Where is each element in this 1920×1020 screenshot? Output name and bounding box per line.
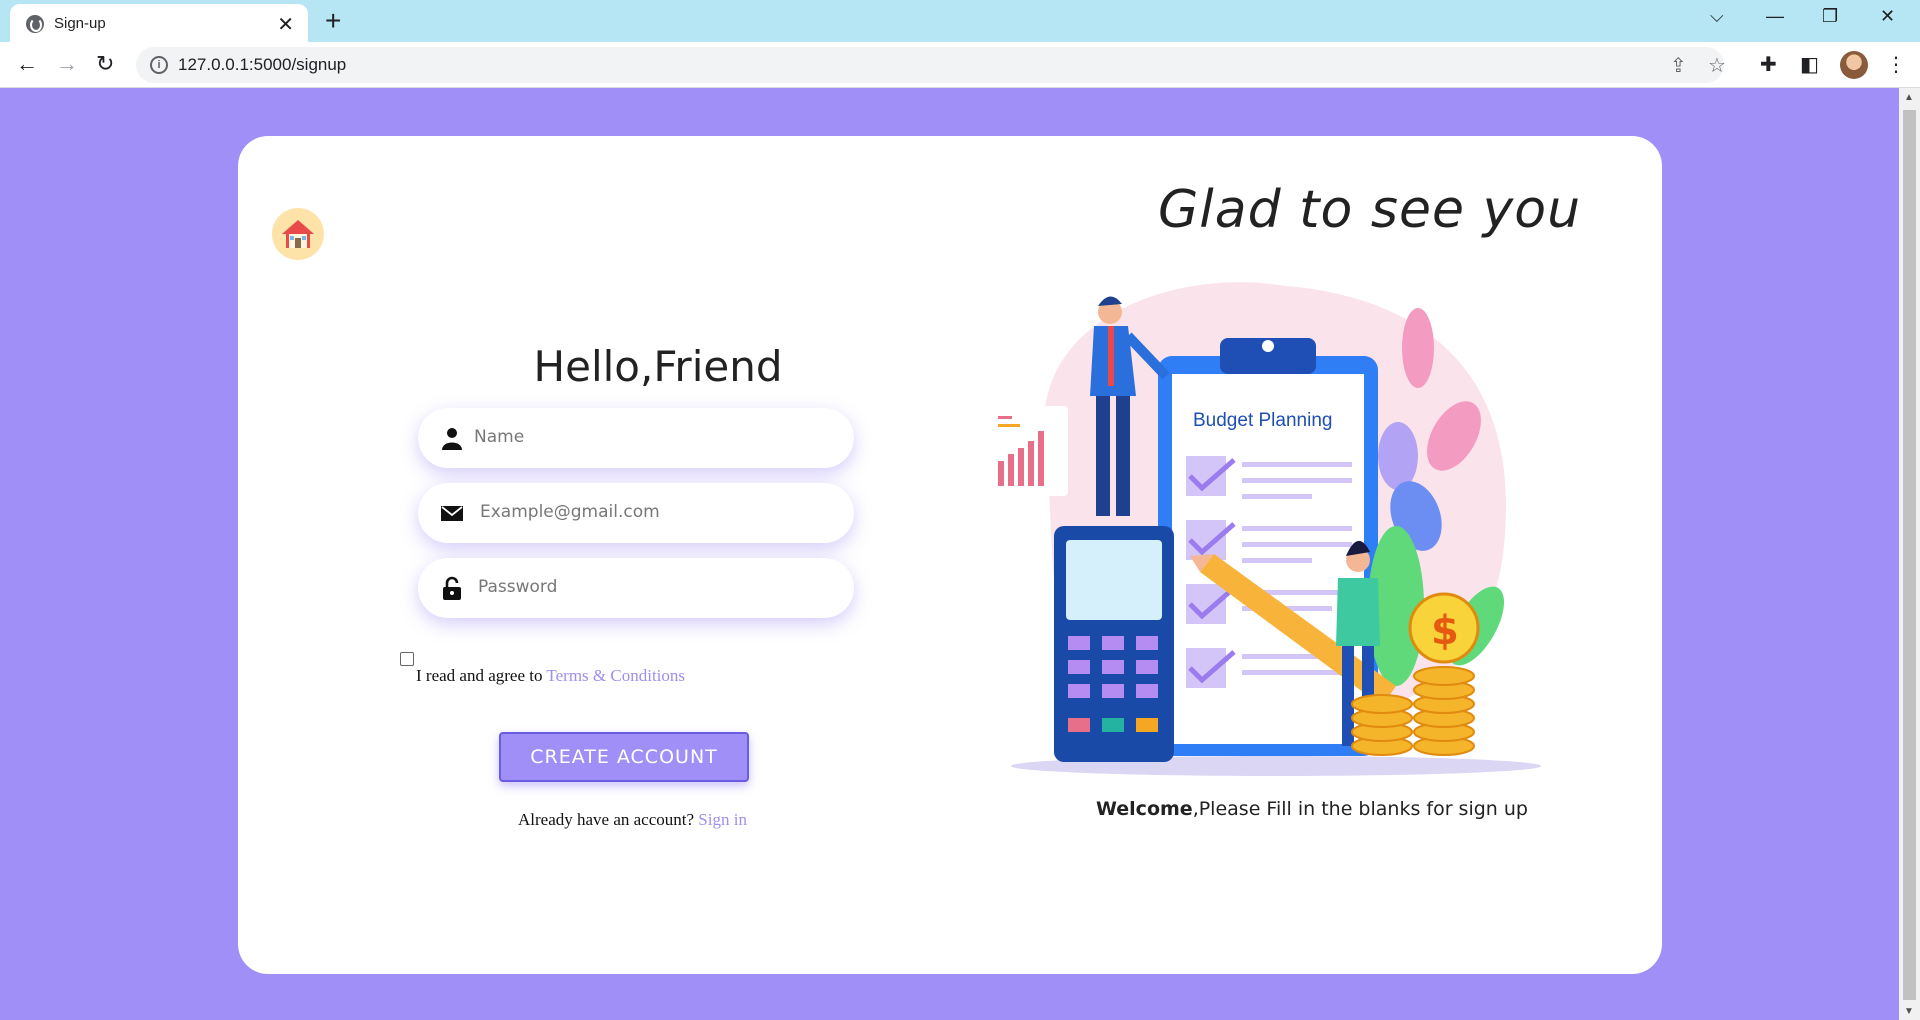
agree-text: I read and agree to	[416, 666, 547, 685]
user-icon	[442, 428, 462, 450]
scrollbar-thumb[interactable]	[1903, 110, 1916, 1000]
browser-toolbar: ← → ↻ i 127.0.0.1:5000/signup ⇪ ☆ ✚ ◧ ⋮	[0, 42, 1920, 88]
svg-text:$: $	[1431, 608, 1459, 654]
form-heading: Hello,Friend	[533, 342, 783, 391]
new-tab-button[interactable]: +	[325, 5, 341, 37]
site-info-icon[interactable]: i	[150, 56, 168, 74]
globe-icon	[26, 15, 44, 33]
browser-tab-bar: Sign-up ✕ + ⌵ — ❐ ✕	[0, 0, 1920, 42]
window-close-button[interactable]: ✕	[1880, 6, 1895, 27]
tab-title: Sign-up	[54, 15, 106, 32]
signup-card: Hello,Friend Name Example@gmail.com Pass…	[238, 136, 1662, 974]
welcome-rest: ,Please Fill in the blanks for sign up	[1192, 798, 1528, 820]
back-arrow-icon[interactable]: ←	[16, 51, 38, 77]
budget-planning-label: Budget Planning	[1193, 410, 1332, 431]
menu-kebab-icon[interactable]: ⋮	[1886, 52, 1906, 77]
budget-planning-illustration: Budget Planning $	[988, 282, 1541, 776]
minimize-button[interactable]: —	[1766, 6, 1784, 27]
name-field[interactable]: Name	[418, 408, 854, 468]
terms-checkbox[interactable]	[400, 652, 414, 666]
reload-icon[interactable]: ↻	[96, 51, 114, 77]
address-bar[interactable]: i 127.0.0.1:5000/signup ⇪ ☆	[136, 47, 1726, 83]
scroll-down-arrow-icon[interactable]: ▼	[1904, 1006, 1914, 1017]
signin-prompt: Already have an account? Sign in	[518, 810, 747, 830]
scroll-up-arrow-icon[interactable]: ▲	[1904, 92, 1914, 103]
home-icon[interactable]	[272, 208, 324, 260]
unlock-icon	[443, 576, 461, 600]
email-placeholder: Example@gmail.com	[480, 502, 660, 522]
signin-link[interactable]: Sign in	[698, 810, 747, 829]
url-text: 127.0.0.1:5000/signup	[178, 55, 347, 74]
password-placeholder: Password	[478, 577, 558, 597]
extensions-puzzle-icon[interactable]: ✚	[1760, 52, 1777, 77]
tab-search-icon[interactable]: ⌵	[1710, 6, 1724, 27]
password-field[interactable]: Password	[418, 558, 854, 618]
browser-tab[interactable]: Sign-up ✕	[10, 4, 308, 42]
welcome-heading: Glad to see you	[1158, 180, 1582, 240]
bookmark-star-icon[interactable]: ☆	[1708, 53, 1726, 78]
name-placeholder: Name	[474, 427, 525, 447]
profile-avatar[interactable]	[1840, 51, 1868, 79]
already-text: Already have an account?	[518, 810, 699, 829]
page-scrollbar[interactable]: ▲ ▼	[1899, 88, 1920, 1020]
side-panel-icon[interactable]: ◧	[1800, 52, 1819, 77]
terms-link[interactable]: Terms & Conditions	[546, 666, 685, 685]
forward-arrow-icon[interactable]: →	[56, 51, 78, 77]
email-field[interactable]: Example@gmail.com	[418, 483, 854, 543]
tab-close-icon[interactable]: ✕	[277, 12, 294, 37]
envelope-icon	[441, 506, 463, 521]
restore-button[interactable]: ❐	[1822, 6, 1838, 27]
welcome-bold: Welcome	[1096, 798, 1193, 820]
share-icon[interactable]: ⇪	[1670, 53, 1687, 78]
create-account-button[interactable]: CREATE ACCOUNT	[499, 732, 749, 782]
welcome-message: Welcome,Please Fill in the blanks for si…	[1096, 798, 1528, 820]
